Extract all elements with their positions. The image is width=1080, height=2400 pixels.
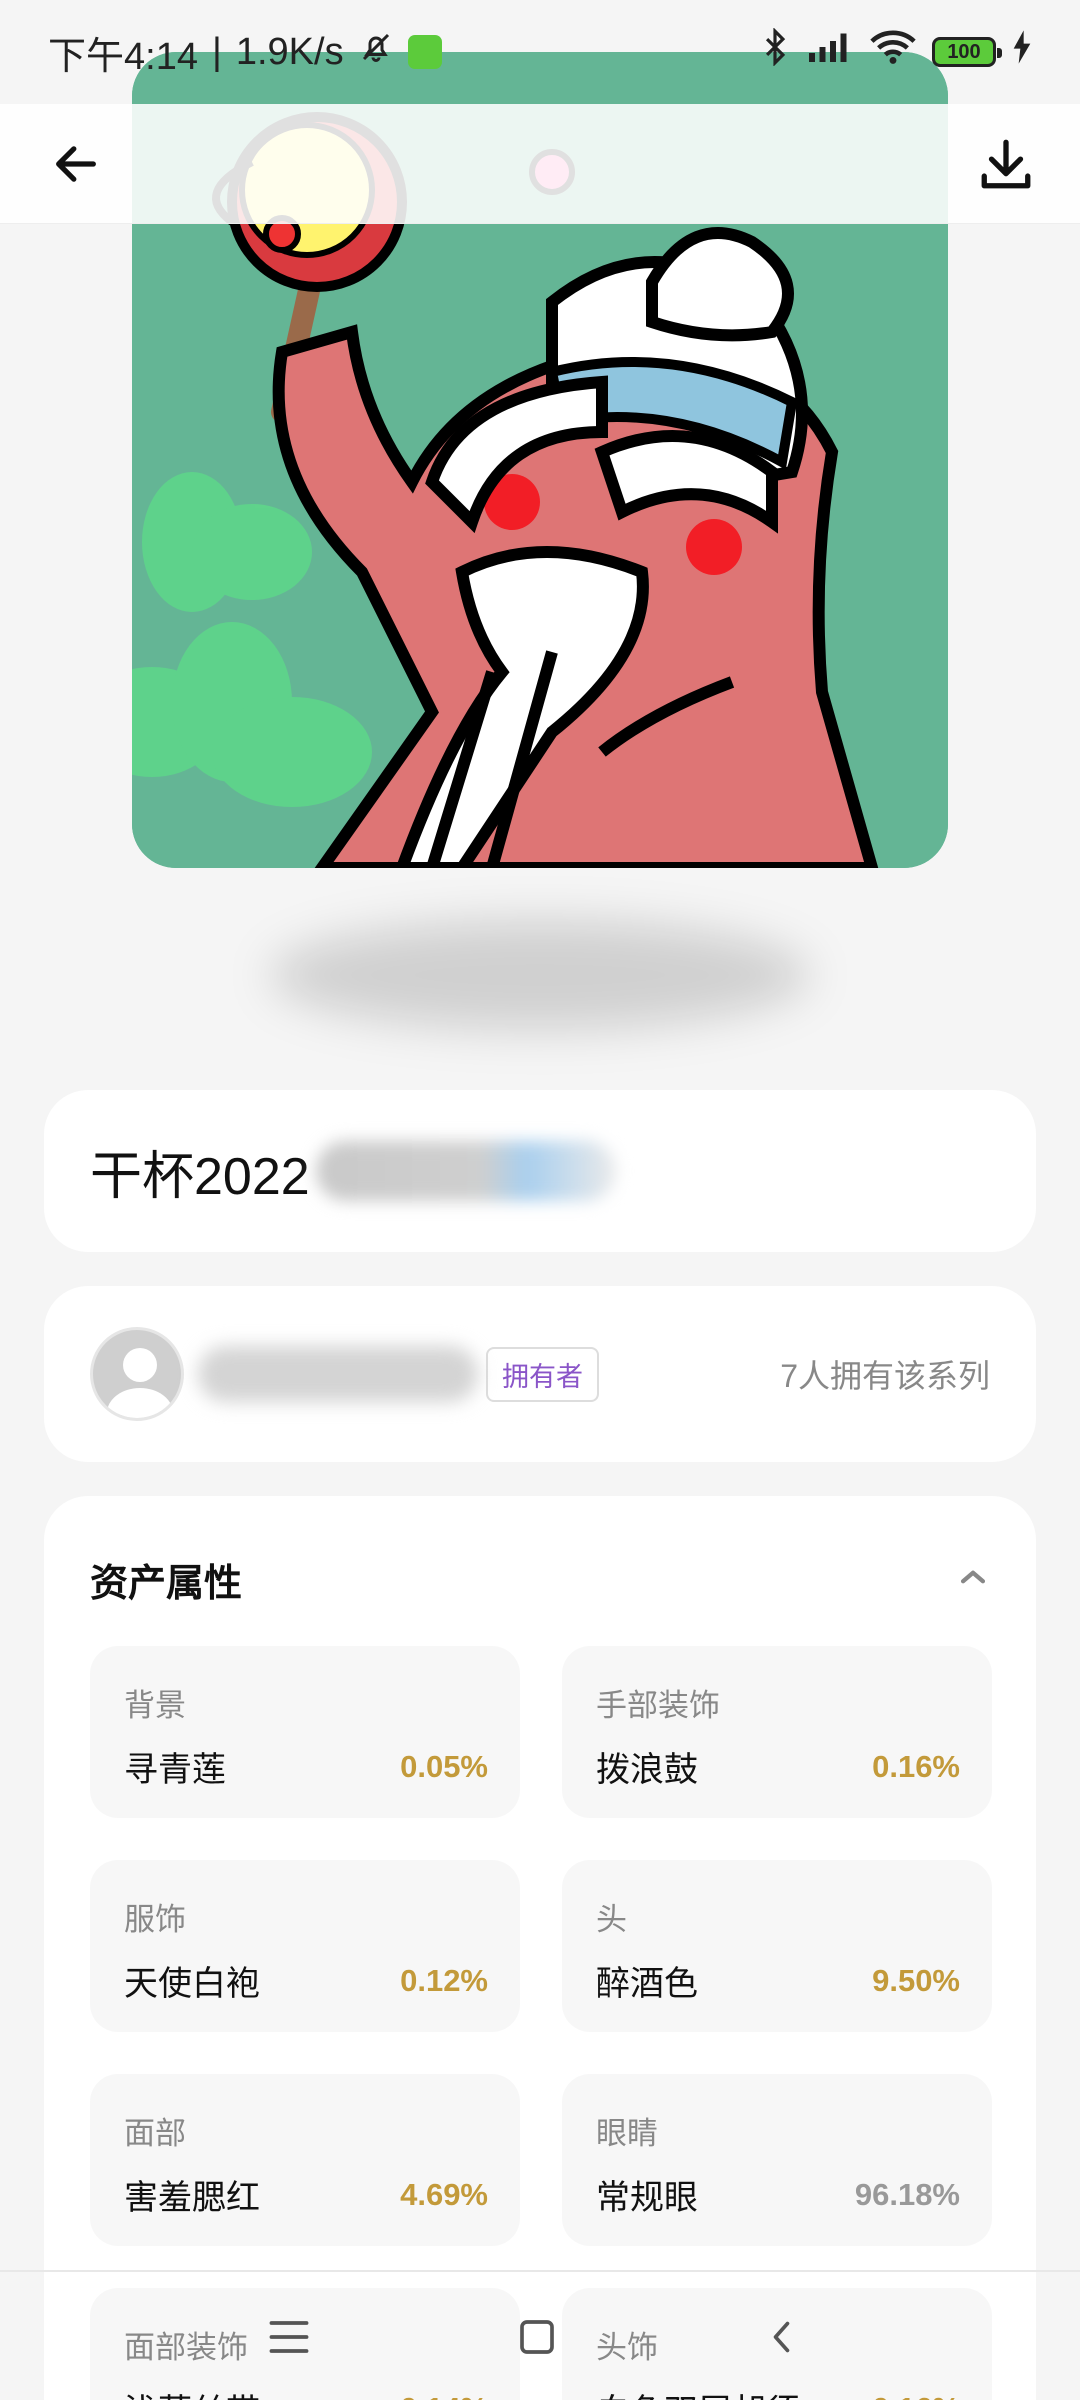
attribute-value: 拨浪鼓 [596,1751,698,1789]
artwork-shadow [270,920,810,1030]
blurred-owner-name [198,1346,478,1402]
attribute-category: 头 [596,1902,627,1937]
attribute-category: 眼睛 [596,2116,658,2151]
nft-detail-page: 下午4:14 | 1.9K/s 100 干杯2022 拥有者 7人拥有该系列 资… [0,0,1080,2400]
attribute-rarity-percent: 0.12% [400,1962,488,1998]
status-divider: | [211,30,222,73]
attribute-item[interactable]: 眼睛常规眼 96.18% [562,2074,992,2246]
menu-icon[interactable] [264,2312,314,2362]
attribute-category: 手部装饰 [596,1688,720,1723]
attribute-value: 害羞腮红 [124,2179,260,2217]
nft-title-card: 干杯2022 [44,1090,1036,1252]
attribute-item[interactable]: 背景寻青莲 0.05% [90,1646,520,1818]
nft-title: 干杯2022 [90,1147,310,1206]
attribute-value: 寻青莲 [124,1751,226,1789]
asset-attributes-card: 资产属性 背景寻青莲 0.05% 手部装饰拨浪鼓 0.16% 服饰天使白袍 0.12% 头醉… [44,1496,1036,2400]
top-app-bar [0,104,1080,224]
attribute-value: 醉酒色 [596,1965,698,2003]
attribute-rarity-percent: 96.18% [854,2176,960,2212]
owner-badge: 拥有者 [486,1346,599,1402]
attribute-category: 面部 [124,2116,186,2151]
owner-card[interactable]: 拥有者 7人拥有该系列 [44,1286,1036,1462]
signal-icon [806,29,854,75]
attribute-value: 常规眼 [596,2179,698,2217]
attribute-rarity-percent: 0.05% [400,1748,488,1784]
attribute-row: 天使白袍 0.12% [124,1956,488,2005]
attribute-item[interactable]: 面部害羞腮红 4.69% [90,2074,520,2246]
attributes-header[interactable]: 资产属性 [90,1542,990,1616]
bluetooth-icon [760,27,790,76]
app-icon [407,35,442,69]
battery-icon: 100 [932,37,1002,67]
blurred-title-suffix [315,1141,616,1201]
attribute-rarity-percent: 9.50% [872,1962,960,1998]
attribute-row: 害羞腮红 4.69% [124,2170,488,2219]
attribute-category: 服饰 [124,1902,186,1937]
home-square-icon[interactable] [512,2312,562,2362]
system-nav-bar [0,2270,1080,2400]
attribute-rarity-percent: 0.16% [872,1748,960,1784]
owner-avatar[interactable] [90,1327,184,1421]
attribute-row: 常规眼 96.18% [596,2170,960,2219]
attribute-item[interactable]: 服饰天使白袍 0.12% [90,1860,520,2032]
series-owner-count[interactable]: 7人拥有该系列 [780,1351,990,1397]
attributes-title: 资产属性 [90,1562,243,1605]
charging-icon [1012,30,1032,74]
download-icon[interactable] [972,130,1040,198]
attribute-rarity-percent: 4.69% [400,2176,488,2212]
back-arrow-icon[interactable] [44,132,108,196]
status-time: 下午4:14 [48,35,198,78]
attribute-row: 醉酒色 9.50% [596,1956,960,2005]
back-chevron-icon[interactable] [758,2312,808,2362]
mute-bell-icon [358,29,394,75]
attribute-item[interactable]: 头醉酒色 9.50% [562,1860,992,2032]
network-speed: 1.9K/s [235,30,344,73]
wifi-icon [870,29,916,75]
attribute-row: 拨浪鼓 0.16% [596,1742,960,1791]
attribute-value: 天使白袍 [124,1965,260,2003]
chevron-up-icon[interactable] [956,1560,990,1599]
attribute-row: 寻青莲 0.05% [124,1742,488,1791]
attribute-item[interactable]: 手部装饰拨浪鼓 0.16% [562,1646,992,1818]
attribute-category: 背景 [124,1688,186,1723]
status-bar: 下午4:14 | 1.9K/s 100 [0,0,1080,104]
